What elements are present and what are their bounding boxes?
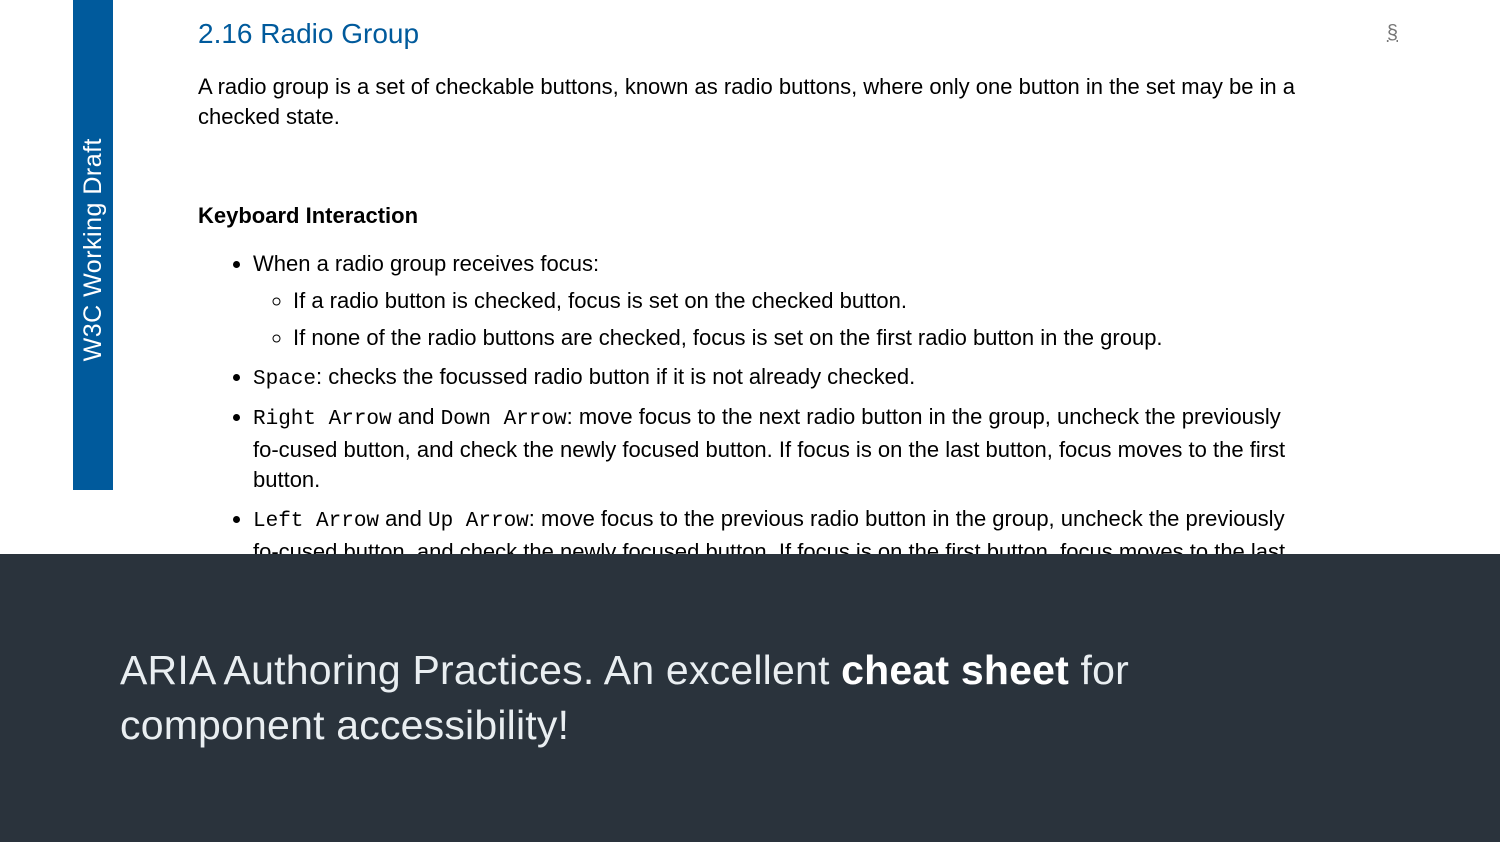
list-text: If none of the radio buttons are checked… (293, 325, 1163, 350)
list-text: and (392, 404, 441, 429)
section-content: 2.16 Radio Group § A radio group is a se… (198, 18, 1308, 606)
kbd-down-arrow: Down Arrow (441, 408, 567, 431)
list-item: Space: checks the focussed radio button … (253, 362, 1308, 394)
caption-bold: cheat sheet (841, 647, 1069, 693)
kbd-right-arrow: Right Arrow (253, 408, 392, 431)
list-item: If a radio button is checked, focus is s… (293, 286, 1308, 317)
list-item: If none of the radio buttons are checked… (293, 323, 1308, 354)
section-intro: A radio group is a set of checkable butt… (198, 72, 1308, 131)
list-item: When a radio group receives focus: If a … (253, 249, 1308, 353)
w3c-sidebar-label: W3C Working Draft (79, 128, 108, 361)
focus-sublist: If a radio button is checked, focus is s… (253, 286, 1308, 354)
keyboard-interaction-list: When a radio group receives focus: If a … (198, 249, 1308, 598)
section-heading: 2.16 Radio Group (198, 18, 1308, 50)
keyboard-interaction-heading: Keyboard Interaction (198, 203, 1308, 229)
slide-caption: ARIA Authoring Practices. An excellent c… (120, 643, 1170, 754)
document-area: W3C Working Draft 2.16 Radio Group § A r… (0, 0, 1500, 554)
list-text: If a radio button is checked, focus is s… (293, 288, 907, 313)
section-anchor-link[interactable]: § (1387, 22, 1398, 45)
w3c-sidebar: W3C Working Draft (73, 0, 113, 490)
kbd-space: Space (253, 368, 316, 391)
list-text: When a radio group receives focus: (253, 251, 599, 276)
kbd-left-arrow: Left Arrow (253, 510, 379, 533)
slide-caption-area: ARIA Authoring Practices. An excellent c… (0, 554, 1500, 842)
kbd-up-arrow: Up Arrow (428, 510, 529, 533)
list-text: and (379, 506, 428, 531)
list-text: : checks the focussed radio button if it… (316, 364, 915, 389)
list-item: Right Arrow and Down Arrow: move focus t… (253, 402, 1308, 496)
caption-pre: ARIA Authoring Practices. An excellent (120, 647, 841, 693)
